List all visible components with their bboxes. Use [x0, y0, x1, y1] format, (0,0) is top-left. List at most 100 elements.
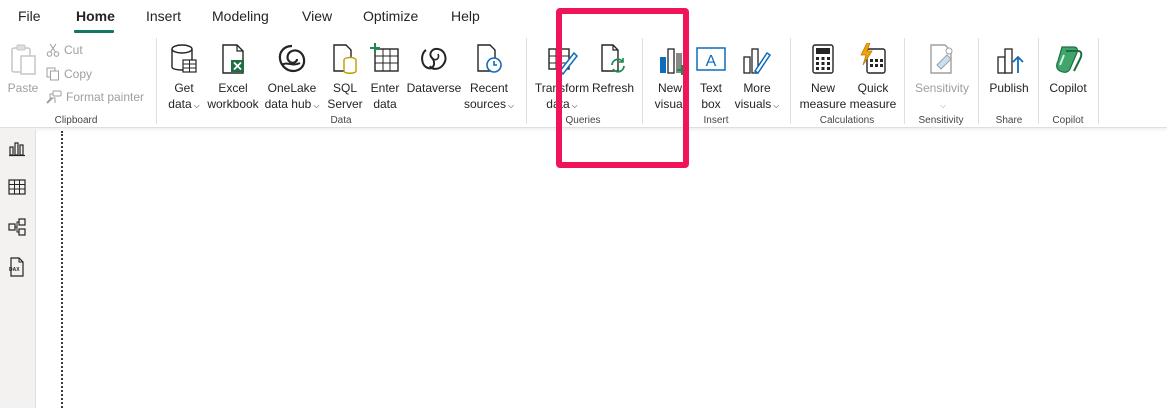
format-painter-label: Format painter: [66, 90, 145, 104]
excel-label-2: workbook: [207, 97, 259, 111]
clipboard-group-label: Clipboard: [54, 115, 98, 126]
group-separator: [156, 38, 157, 124]
group-separator: [1038, 38, 1039, 124]
report-view-icon: [9, 142, 25, 157]
get-data-label-2: data: [168, 97, 192, 111]
model-view-icon: [8, 218, 26, 236]
table-view-icon: [8, 179, 26, 195]
new-measure-label-1: New: [810, 81, 835, 95]
report-view-button[interactable]: [6, 137, 28, 159]
database-icon: [167, 42, 201, 76]
dataverse-label: Dataverse: [406, 81, 462, 95]
recent-label-1: Recent: [469, 81, 508, 95]
paste-icon: [6, 42, 40, 76]
sensitivity-group-label: Sensitivity: [918, 115, 964, 126]
view-switcher-rail: DAX: [0, 129, 36, 408]
more-visuals-label-2: visuals: [734, 97, 772, 111]
highlight-box: [556, 8, 689, 168]
chevron-down-icon: ⌵: [313, 101, 320, 110]
chevron-down-icon: ⌵: [773, 101, 780, 110]
tab-file[interactable]: File: [18, 8, 41, 24]
enter-data-label-1: Enter: [370, 81, 400, 95]
excel-label-1: Excel: [218, 81, 248, 95]
share-group-label: Share: [995, 115, 1023, 126]
copilot-label: Copilot: [1049, 81, 1087, 95]
enter-data-label-2: data: [373, 97, 397, 111]
paste-label: Paste: [7, 81, 39, 95]
sensitivity-label-icon: [925, 42, 959, 76]
group-separator: [790, 38, 791, 124]
copilot-group-label: Copilot: [1052, 115, 1084, 126]
cut-icon: [46, 43, 60, 57]
recent-sources-button[interactable]: Recent sources ⌵: [462, 38, 516, 114]
tab-view[interactable]: View: [302, 8, 332, 24]
format-painter-button[interactable]: Format painter: [46, 87, 144, 107]
chevron-down-icon: ⌵: [193, 101, 200, 110]
dax-label: DAX: [9, 267, 20, 273]
text-box-icon: A: [694, 42, 728, 76]
publish-label: Publish: [989, 81, 1029, 95]
insert-group-label: Insert: [703, 115, 729, 126]
quick-measure-label-1: Quick: [857, 81, 889, 95]
tab-help[interactable]: Help: [451, 8, 480, 24]
tab-optimize[interactable]: Optimize: [363, 8, 418, 24]
group-separator: [978, 38, 979, 124]
dataverse-button[interactable]: Dataverse: [406, 38, 462, 114]
enter-data-button[interactable]: Enter data: [366, 38, 404, 114]
group-separator: [904, 38, 905, 124]
tab-modeling[interactable]: Modeling: [212, 8, 269, 24]
chevron-down-icon: ⌵: [939, 101, 947, 110]
calculator-icon: [806, 42, 840, 76]
copy-label: Copy: [64, 67, 93, 81]
get-data-button[interactable]: Get data ⌵: [164, 38, 204, 114]
data-group-label: Data: [330, 115, 352, 126]
cut-label: Cut: [64, 43, 83, 57]
group-separator: [526, 38, 527, 124]
more-visuals-label-1: More: [743, 81, 771, 95]
new-measure-label-2: measure: [799, 97, 847, 111]
text-box-label-1: Text: [699, 81, 722, 95]
dax-query-view-button[interactable]: DAX: [6, 256, 28, 278]
quick-measure-label-2: measure: [849, 97, 897, 111]
onelake-label-2: data hub: [264, 97, 312, 111]
get-data-label-1: Get: [174, 81, 194, 95]
group-separator: [1098, 38, 1099, 124]
dataverse-icon: [417, 42, 451, 76]
onelake-icon: [275, 42, 309, 76]
table-view-button[interactable]: [6, 176, 28, 198]
calculations-group-label: Calculations: [819, 115, 875, 126]
more-visuals-icon: [740, 42, 774, 76]
sensitivity-button[interactable]: Sensitivity ⌵: [912, 38, 972, 114]
sql-server-button[interactable]: SQL Server: [326, 38, 364, 114]
sql-server-icon: [328, 42, 362, 76]
svg-text:A: A: [706, 53, 717, 70]
copilot-button[interactable]: Copilot: [1044, 38, 1092, 114]
quick-measure-icon: [856, 42, 890, 76]
sql-label-1: SQL: [332, 81, 357, 95]
quick-measure-button[interactable]: Quick measure: [850, 38, 896, 114]
active-tab-indicator: [74, 30, 114, 33]
text-box-label-2: box: [701, 97, 721, 111]
more-visuals-button[interactable]: More visuals ⌵: [732, 38, 782, 114]
new-measure-button[interactable]: New measure: [798, 38, 848, 114]
app-window: File Home Insert Modeling View Optimize …: [0, 0, 1167, 408]
canvas-boundary: [61, 131, 63, 408]
model-view-button[interactable]: [6, 216, 28, 238]
recent-sources-icon: [472, 42, 506, 76]
paste-button[interactable]: Paste: [6, 38, 40, 114]
tab-insert[interactable]: Insert: [146, 8, 181, 24]
tab-home[interactable]: Home: [76, 8, 115, 24]
publish-button[interactable]: Publish: [986, 38, 1032, 114]
enter-data-table-icon: [368, 42, 402, 76]
excel-workbook-button[interactable]: Excel workbook: [206, 38, 260, 114]
copy-icon: [46, 67, 59, 81]
sensitivity-button-label: Sensitivity: [914, 81, 970, 95]
text-box-button[interactable]: A Text box: [692, 38, 730, 114]
publish-icon: [992, 42, 1026, 76]
cut-button[interactable]: Cut: [46, 40, 83, 60]
copy-button[interactable]: Copy: [46, 64, 92, 84]
sql-label-2: Server: [327, 97, 363, 111]
onelake-data-hub-button[interactable]: OneLake data hub ⌵: [262, 38, 322, 114]
chevron-down-icon: ⌵: [507, 101, 515, 110]
format-painter-icon: [46, 90, 62, 104]
